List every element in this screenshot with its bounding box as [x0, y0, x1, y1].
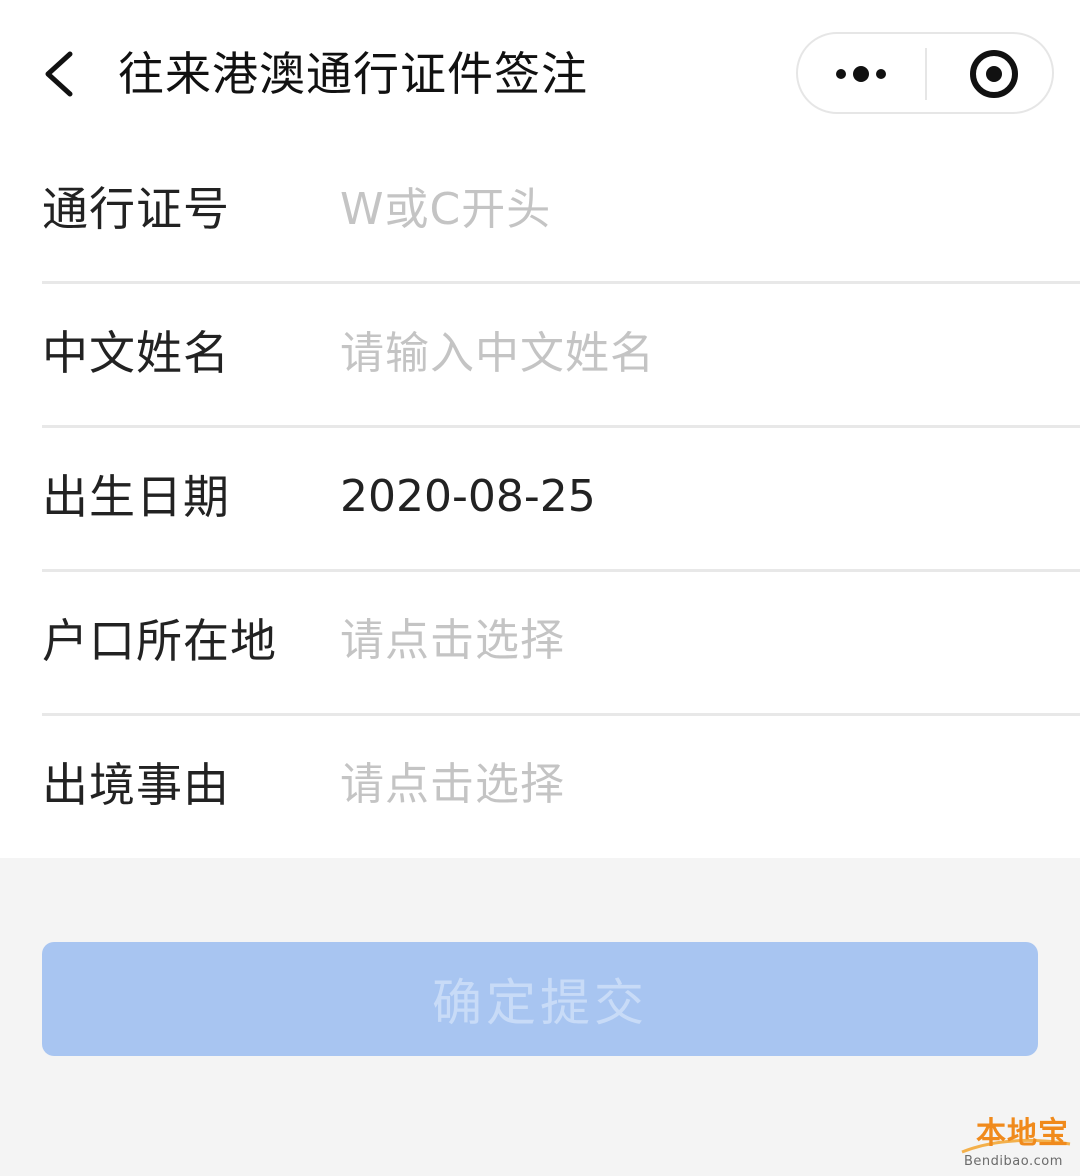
watermark-url: Bendibao.com	[964, 1154, 1063, 1169]
field-label: 中文姓名	[42, 326, 230, 380]
form-row-household-location: 户口所在地 请点击选择	[42, 572, 1080, 716]
household-location-picker[interactable]: 请点击选择	[340, 610, 565, 672]
form-row-exit-reason: 出境事由 请点击选择	[42, 716, 1080, 860]
close-button[interactable]	[927, 34, 1052, 112]
form-row-permit-number: 通行证号	[42, 140, 1080, 284]
field-label: 户口所在地	[42, 614, 277, 668]
nav-bar: 往来港澳通行证件签注	[0, 0, 1080, 140]
mini-program-capsule	[796, 32, 1054, 114]
back-button[interactable]	[38, 48, 82, 100]
more-button[interactable]	[798, 34, 925, 112]
permit-number-input[interactable]	[340, 174, 1040, 244]
form-row-chinese-name: 中文姓名	[42, 284, 1080, 428]
field-label: 出生日期	[42, 470, 230, 524]
chevron-left-icon	[45, 51, 73, 97]
form-row-birth-date: 出生日期 2020-08-25	[42, 428, 1080, 572]
exit-reason-picker[interactable]: 请点击选择	[340, 754, 565, 816]
target-close-icon	[970, 50, 1018, 98]
chinese-name-input[interactable]	[340, 318, 1040, 388]
birth-date-picker[interactable]: 2020-08-25	[340, 466, 596, 528]
watermark-name: 本地宝	[976, 1116, 1069, 1151]
field-label: 出境事由	[42, 758, 230, 812]
visa-form: 通行证号 中文姓名 出生日期 2020-08-25 户口所在地 请点击选择 出境…	[0, 140, 1080, 858]
more-dots-icon	[836, 66, 886, 82]
page-title: 往来港澳通行证件签注	[118, 47, 588, 101]
watermark-logo: 本地宝 Bendibao.com	[958, 1116, 1074, 1172]
field-label: 通行证号	[42, 182, 230, 236]
submit-button[interactable]: 确定提交	[42, 942, 1038, 1056]
